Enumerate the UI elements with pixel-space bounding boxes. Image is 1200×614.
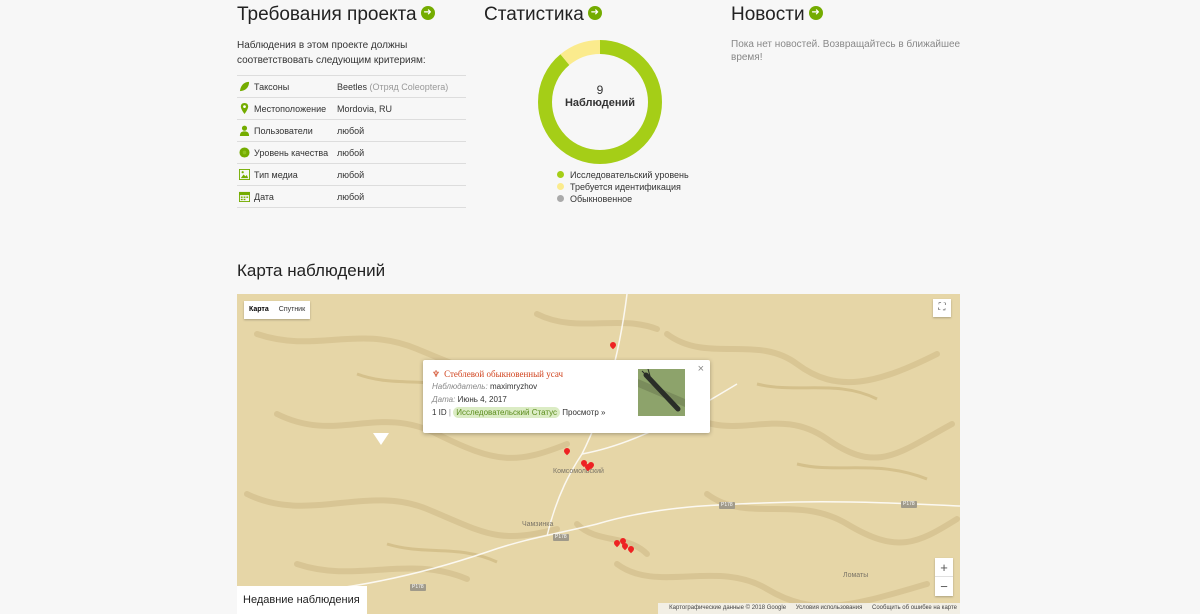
requirements-table: Таксоны Beetles (Отряд Coleoptera) Место… [237, 75, 466, 208]
location-pin-icon [240, 103, 249, 114]
arrow-right-icon[interactable]: ➜ [587, 5, 602, 20]
popup-title[interactable]: ♆ Стеблевой обыкновенный усач [432, 368, 632, 380]
insect-icon: ♆ [432, 369, 441, 379]
row-value: любой [337, 147, 365, 158]
arrow-right-icon[interactable]: ➜ [808, 5, 823, 20]
zoom-in-button[interactable]: + [935, 558, 953, 577]
status-badge: Исследовательский Статус [453, 407, 561, 418]
map-heading: Карта наблюдений [237, 261, 386, 280]
project-page: Требования проекта ➜ Наблюдения в этом пр… [0, 0, 1200, 614]
close-icon[interactable]: × [698, 363, 704, 375]
quality-badge-icon [239, 147, 250, 158]
news-section: Новости ➜ Пока нет новостей. Возвращайтес… [731, 0, 971, 64]
legend-item-casual: Обыкновенное [557, 193, 714, 205]
table-row: Дата любой [237, 185, 466, 208]
news-empty-message: Пока нет новостей. Возвращайтесь в ближа… [731, 39, 961, 63]
map-type-map-button[interactable]: Карта [244, 301, 274, 319]
observation-popup: × ♆ Стеблевой обыкновенный усач Наблюдате… [423, 360, 710, 433]
row-key: Таксоны [254, 82, 290, 92]
row-key: Тип медиа [254, 170, 298, 180]
attribution-data: Картографические данные © 2018 Google [669, 605, 787, 611]
observation-count-label: Наблюдений [564, 97, 636, 109]
road-label: P178 [410, 584, 426, 591]
row-value[interactable]: Mordovia, RU [337, 104, 392, 114]
terms-link[interactable]: Условия использования [796, 605, 863, 611]
observer-link[interactable]: maximryzhov [490, 382, 537, 391]
arrow-right-icon[interactable]: ➜ [420, 5, 435, 20]
observation-photo[interactable] [638, 369, 685, 416]
legend-dot-icon [557, 183, 564, 190]
row-value: любой [337, 169, 365, 180]
row-value[interactable]: Beetles [337, 82, 367, 92]
zoom-out-button[interactable]: − [935, 577, 953, 596]
user-icon [239, 125, 250, 136]
road-label: P178 [719, 502, 735, 509]
legend-dot-icon [557, 171, 564, 178]
row-key: Уровень качества [254, 148, 329, 158]
legend-item-needs-id: Требуется идентификация [557, 181, 714, 193]
requirements-intro: Наблюдения в этом проекте должны соответ… [237, 40, 426, 66]
legend-item-research: Исследовательский уровень [557, 169, 714, 181]
fullscreen-icon[interactable]: ⛶ [933, 299, 951, 317]
beetle-photo-icon [638, 369, 685, 416]
row-key: Дата [254, 192, 274, 202]
popup-meta: 1 ID | Исследовательский Статус Просмотр… [432, 407, 606, 418]
observations-map[interactable]: Карта Спутник ⛶ Комсомольский Чамзинка Л… [237, 294, 960, 614]
row-key: Пользователи [254, 126, 313, 136]
road-label: P178 [901, 501, 917, 508]
leaf-icon [239, 81, 250, 92]
zoom-control: + − [935, 558, 953, 596]
table-row: Пользователи любой [237, 119, 466, 142]
calendar-icon [239, 191, 250, 202]
stats-section: Статистика ➜ 9 Наблюдений Исследовательск… [484, 0, 714, 205]
place-label: Комсомольский [553, 468, 604, 475]
popup-observer: Наблюдатель: maximryzhov [432, 382, 538, 391]
stats-heading[interactable]: Статистика ➜ [484, 0, 714, 30]
road-label: P178 [553, 534, 569, 541]
report-error-link[interactable]: Сообщить об ошибке на карте [872, 605, 957, 611]
popup-tail [373, 433, 389, 445]
observation-count: 9 [596, 83, 604, 97]
table-row: Тип медиа любой [237, 163, 466, 186]
media-icon [239, 169, 250, 180]
table-row: Местоположение Mordovia, RU [237, 97, 466, 120]
map-type-satellite-button[interactable]: Спутник [274, 301, 310, 319]
row-value: любой [337, 191, 365, 202]
row-value: любой [337, 125, 365, 136]
popup-date: Дата: Июнь 4, 2017 [432, 395, 507, 404]
table-row: Уровень качества любой [237, 141, 466, 164]
requirements-section: Требования проекта ➜ Наблюдения в этом пр… [237, 0, 467, 208]
popup-body: ♆ Стеблевой обыкновенный усач Наблюдатель… [432, 368, 632, 419]
map-attribution: Картографические данные © 2018 Google Ус… [658, 603, 960, 614]
place-label: Ломаты [843, 572, 869, 579]
terrain-layer [237, 294, 960, 609]
recent-observations-tab[interactable]: Недавние наблюдения [237, 586, 367, 614]
legend-dot-icon [557, 195, 564, 202]
news-heading[interactable]: Новости ➜ [731, 0, 971, 30]
donut-center: 9 Наблюдений [538, 84, 662, 110]
donut-legend: Исследовательский уровень Требуется иден… [557, 169, 714, 205]
map-type-control: Карта Спутник [244, 301, 311, 319]
table-row: Таксоны Beetles (Отряд Coleoptera) [237, 75, 466, 98]
place-label: Чамзинка [522, 521, 554, 528]
view-link[interactable]: Просмотр » [562, 408, 605, 417]
row-extra: (Отряд Coleoptera) [369, 81, 449, 92]
row-key: Местоположение [254, 104, 327, 114]
requirements-heading[interactable]: Требования проекта ➜ [237, 0, 467, 30]
observations-donut: 9 Наблюдений [538, 40, 662, 164]
